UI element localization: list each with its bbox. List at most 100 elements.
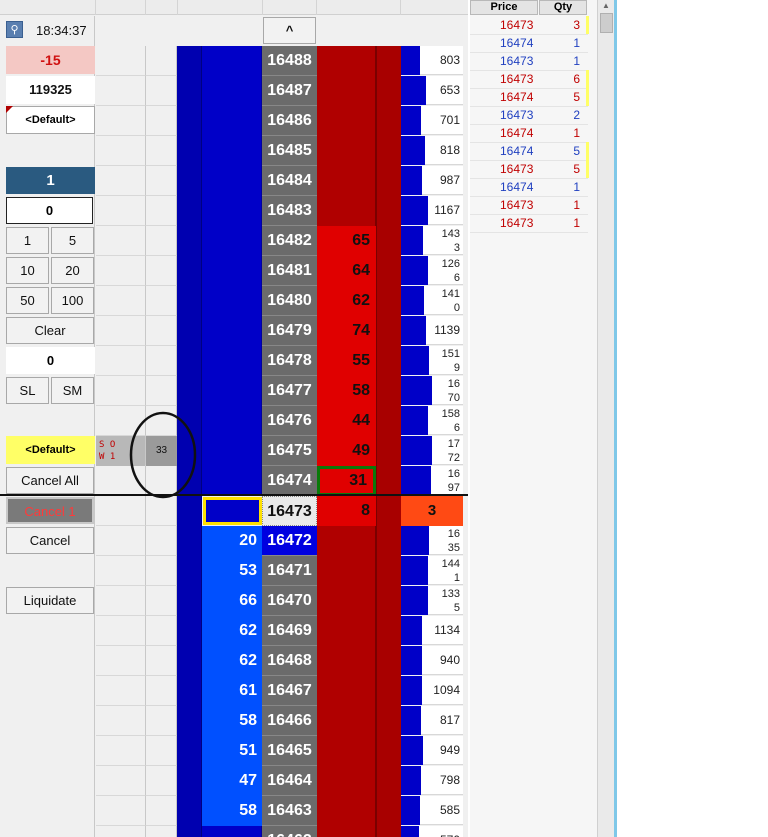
order-column-cell[interactable] <box>146 616 177 646</box>
order-column-cell[interactable] <box>146 256 177 286</box>
ask-cell[interactable] <box>317 166 376 196</box>
bid-order-cell[interactable] <box>177 646 202 676</box>
bid-cell[interactable] <box>202 466 262 496</box>
bid-cell[interactable] <box>202 346 262 376</box>
bid-order-cell[interactable] <box>177 316 202 346</box>
bid-order-cell[interactable] <box>177 616 202 646</box>
ask-order-cell[interactable] <box>376 286 401 316</box>
ask-order-cell[interactable] <box>376 226 401 256</box>
order-column-cell[interactable] <box>146 286 177 316</box>
order-column-cell[interactable] <box>146 376 177 406</box>
bid-cell[interactable]: 51 <box>202 736 262 766</box>
ask-order-cell[interactable] <box>376 46 401 76</box>
order-column-cell[interactable] <box>96 706 146 736</box>
bid-order-cell[interactable] <box>177 376 202 406</box>
ask-cell[interactable]: 65 <box>317 226 376 256</box>
order-column-cell[interactable] <box>146 556 177 586</box>
bid-cell[interactable] <box>202 286 262 316</box>
ask-order-cell[interactable] <box>376 766 401 796</box>
ask-cell[interactable]: 8 <box>317 496 376 526</box>
bid-order-cell[interactable] <box>177 706 202 736</box>
order-column-cell[interactable] <box>146 106 177 136</box>
bid-cell[interactable]: 53 <box>202 556 262 586</box>
order-column-cell[interactable] <box>146 316 177 346</box>
bid-cell[interactable]: 47 <box>202 766 262 796</box>
order-column-cell[interactable] <box>146 826 177 837</box>
ask-cell[interactable]: 64 <box>317 256 376 286</box>
order-column-cell[interactable] <box>146 766 177 796</box>
bid-cell[interactable] <box>202 166 262 196</box>
bid-order-cell[interactable] <box>177 586 202 616</box>
order-column-cell[interactable] <box>96 196 146 226</box>
tape-header-price[interactable]: Price <box>470 0 538 15</box>
ask-cell[interactable] <box>317 76 376 106</box>
order-column-cell[interactable] <box>146 196 177 226</box>
ask-cell[interactable]: 62 <box>317 286 376 316</box>
order-column-cell[interactable] <box>96 136 146 166</box>
bid-cell[interactable] <box>202 226 262 256</box>
bid-order-cell[interactable] <box>177 106 202 136</box>
order-column-cell[interactable] <box>146 796 177 826</box>
ask-order-cell[interactable] <box>376 376 401 406</box>
order-column-cell[interactable] <box>96 796 146 826</box>
ask-order-cell[interactable] <box>376 436 401 466</box>
ask-order-cell[interactable] <box>376 556 401 586</box>
order-column-cell[interactable] <box>146 46 177 76</box>
order-column-cell[interactable] <box>146 166 177 196</box>
bid-order-cell[interactable] <box>177 136 202 166</box>
bid-order-cell[interactable] <box>177 736 202 766</box>
order-column-cell[interactable] <box>96 826 146 837</box>
order-column-cell[interactable] <box>96 766 146 796</box>
bid-cell[interactable] <box>202 76 262 106</box>
order-column-cell[interactable] <box>96 226 146 256</box>
ask-cell[interactable] <box>317 586 376 616</box>
order-column-cell[interactable] <box>146 586 177 616</box>
ask-cell[interactable] <box>317 106 376 136</box>
ask-cell[interactable] <box>317 706 376 736</box>
bid-order-cell[interactable] <box>177 556 202 586</box>
bid-order-cell[interactable] <box>177 46 202 76</box>
order-column-cell[interactable] <box>96 106 146 136</box>
bid-order-cell[interactable] <box>177 346 202 376</box>
bid-cell[interactable] <box>202 46 262 76</box>
bid-cell[interactable] <box>202 136 262 166</box>
ask-cell[interactable] <box>317 526 376 556</box>
ask-cell[interactable]: 31 <box>317 466 376 496</box>
order-column-cell[interactable] <box>96 316 146 346</box>
order-column-cell[interactable] <box>146 136 177 166</box>
bid-cell[interactable]: 62 <box>202 646 262 676</box>
bid-cell[interactable] <box>202 406 262 436</box>
ask-cell[interactable] <box>317 766 376 796</box>
bid-cell[interactable]: 62 <box>202 616 262 646</box>
ask-cell[interactable]: 55 <box>317 346 376 376</box>
ask-order-cell[interactable] <box>376 136 401 166</box>
ask-order-cell[interactable] <box>376 166 401 196</box>
ask-cell[interactable]: 58 <box>317 376 376 406</box>
vertical-scrollbar[interactable]: ▲ <box>597 0 614 837</box>
order-column-cell[interactable] <box>96 46 146 76</box>
order-column-cell[interactable] <box>96 346 146 376</box>
ask-order-cell[interactable] <box>376 616 401 646</box>
order-column-cell[interactable] <box>146 646 177 676</box>
ask-order-cell[interactable] <box>376 316 401 346</box>
order-column-cell[interactable] <box>96 376 146 406</box>
bid-order-cell[interactable] <box>177 526 202 556</box>
ask-order-cell[interactable] <box>376 406 401 436</box>
bid-order-cell[interactable] <box>177 226 202 256</box>
bid-cell[interactable] <box>202 376 262 406</box>
order-column-cell[interactable] <box>96 286 146 316</box>
bid-cell[interactable]: 58 <box>202 796 262 826</box>
ask-order-cell[interactable] <box>376 736 401 766</box>
bid-order-cell[interactable] <box>177 196 202 226</box>
ask-cell[interactable] <box>317 136 376 166</box>
bid-order-cell[interactable] <box>177 166 202 196</box>
bid-cell[interactable]: 58 <box>202 706 262 736</box>
bid-cell[interactable] <box>202 826 262 837</box>
order-column-cell[interactable] <box>96 526 146 556</box>
ask-cell[interactable] <box>317 646 376 676</box>
ask-order-cell[interactable] <box>376 466 401 496</box>
bid-cell[interactable] <box>202 106 262 136</box>
bid-cell[interactable]: 20 <box>202 526 262 556</box>
ask-order-cell[interactable] <box>376 76 401 106</box>
order-column-cell[interactable] <box>146 736 177 766</box>
